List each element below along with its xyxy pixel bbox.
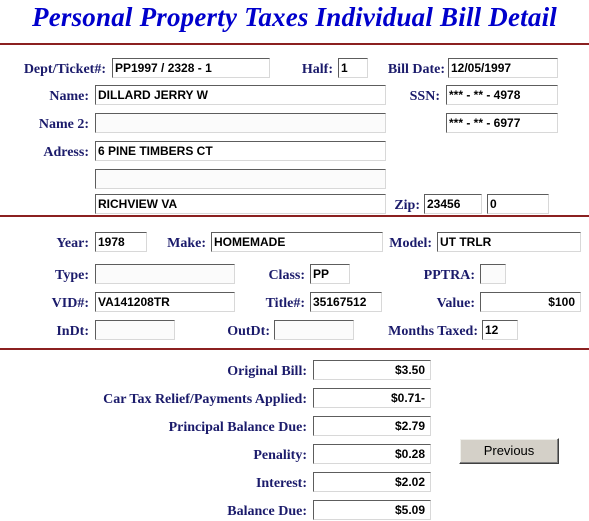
make-label: Make: — [167, 236, 206, 251]
value-input[interactable]: $100 — [480, 292, 581, 312]
section-divider-middle — [0, 215, 589, 217]
title-number-label: Title#: — [265, 296, 305, 311]
year-label: Year: — [56, 236, 89, 251]
previous-button[interactable]: Previous — [459, 438, 559, 464]
interest-input[interactable]: $2.02 — [313, 472, 431, 492]
type-label: Type: — [55, 268, 89, 283]
original-bill-label: Original Bill: — [227, 364, 307, 379]
zip-extension-input[interactable]: 0 — [487, 194, 549, 214]
bill-date-label: Bill Date: — [387, 62, 445, 77]
ssn-label: SSN: — [409, 89, 440, 104]
ssn-input-primary[interactable]: *** - ** - 4978 — [446, 85, 558, 105]
value-label: Value: — [436, 296, 475, 311]
car-tax-relief-label: Car Tax Relief/Payments Applied: — [103, 392, 307, 407]
zip-input[interactable]: 23456 — [424, 194, 482, 214]
section-divider-top — [0, 43, 589, 45]
pptra-label: PPTRA: — [423, 268, 475, 283]
page-title: Personal Property Taxes Individual Bill … — [32, 2, 557, 32]
balance-due-input[interactable]: $5.09 — [313, 500, 431, 520]
principal-balance-input[interactable]: $2.79 — [313, 416, 431, 436]
interest-label: Interest: — [255, 476, 307, 491]
months-taxed-input[interactable]: 12 — [482, 320, 518, 340]
vid-label: VID#: — [51, 296, 89, 311]
model-label: Model: — [389, 236, 432, 251]
penality-label: Penality: — [253, 448, 307, 463]
car-tax-relief-input[interactable]: $0.71- — [313, 388, 431, 408]
address-line2-input[interactable] — [95, 169, 386, 189]
name-label: Name: — [49, 89, 89, 104]
dept-ticket-label: Dept/Ticket#: — [23, 62, 106, 77]
indate-label: InDt: — [56, 324, 89, 339]
section-divider-bottom — [0, 348, 589, 350]
name2-label: Name 2: — [38, 117, 89, 132]
name2-input[interactable] — [95, 113, 386, 133]
address-line3-input[interactable]: RICHVIEW VA — [95, 194, 386, 214]
bill-detail-page: Personal Property Taxes Individual Bill … — [0, 0, 589, 521]
model-input[interactable]: UT TRLR — [437, 232, 581, 252]
class-label: Class: — [268, 268, 305, 283]
principal-balance-label: Principal Balance Due: — [168, 420, 307, 435]
original-bill-input[interactable]: $3.50 — [313, 360, 431, 380]
ssn-input-secondary[interactable]: *** - ** - 6977 — [446, 113, 558, 133]
address-label: Adress: — [43, 145, 89, 160]
zip-label: Zip: — [394, 198, 420, 213]
months-taxed-label: Months Taxed: — [388, 324, 478, 339]
balance-due-label: Balance Due: — [227, 504, 307, 519]
bill-date-input[interactable]: 12/05/1997 — [448, 58, 558, 78]
outdate-label: OutDt: — [227, 324, 270, 339]
penality-input[interactable]: $0.28 — [313, 444, 431, 464]
address-line1-input[interactable]: 6 PINE TIMBERS CT — [95, 141, 386, 161]
pptra-input[interactable] — [480, 264, 506, 284]
